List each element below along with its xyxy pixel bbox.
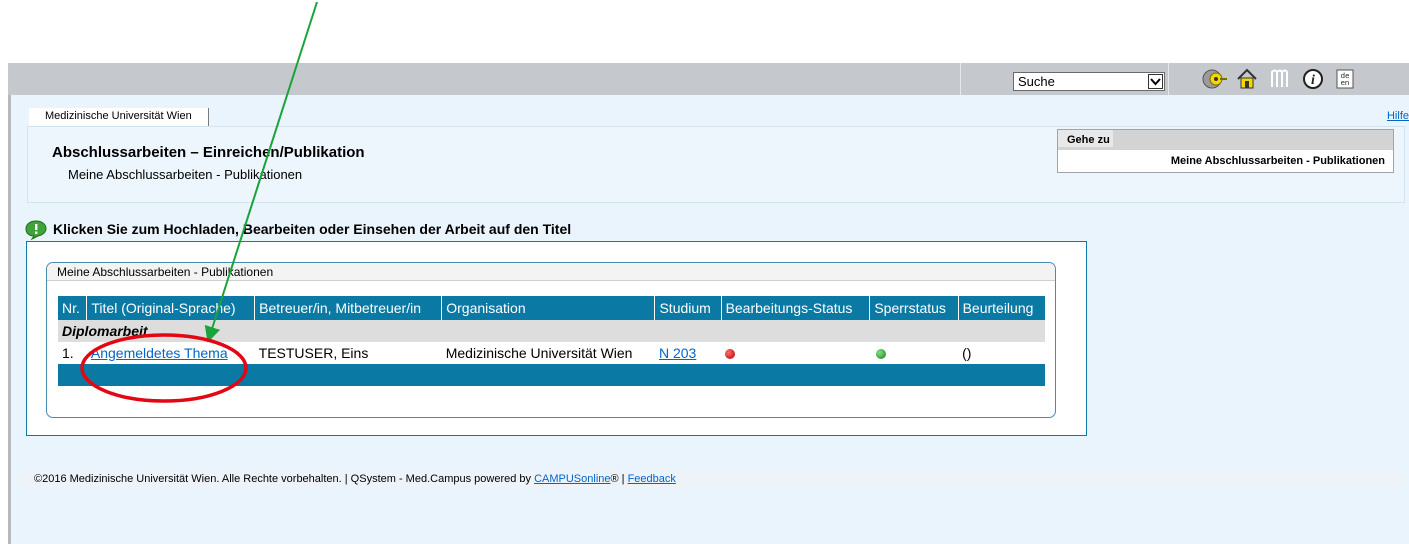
cell-organisation: Medizinische Universität Wien [441,342,655,364]
help-link[interactable]: Hilfe [1387,110,1409,122]
status-green-dot-icon [875,349,886,360]
hint-text: Klicken Sie zum Hochladen, Bearbeiten od… [53,221,572,237]
publications-panel: Meine Abschlussarbeiten - Publikationen … [46,262,1056,418]
column-header-bearbeitungs-status: Bearbeitungs-Status [721,296,871,320]
column-header-sperrstatus: Sperrstatus [869,296,959,320]
svg-text:en: en [1341,79,1350,87]
chevron-down-icon[interactable] [1148,74,1163,89]
top-toolbar: Suche i de en [8,63,1409,95]
page-title: Abschlussarbeiten – Einreichen/Publikati… [52,144,365,161]
cell-sperrstatus [869,342,959,364]
footer-reg: ® | [610,473,628,485]
thesis-title-link[interactable]: Angemeldetes Thema [91,345,228,361]
goto-item-publications[interactable]: Meine Abschlussarbeiten - Publikationen [1058,151,1393,167]
cell-bearbeitungs-status [721,342,870,364]
home-icon[interactable] [1236,68,1258,90]
footer-copyright: ©2016 Medizinische Universität Wien. All… [34,473,535,485]
feedback-link[interactable]: Feedback [628,473,676,485]
table-row: 1. Angemeldetes Thema TESTUSER, Eins Med… [58,342,1045,364]
goto-header: Gehe zu [1058,130,1393,151]
cell-betreuer: TESTUSER, Eins [254,342,442,364]
toolbar-separator [960,63,961,95]
column-header-beurteilung: Beurteilung [958,296,1045,320]
cell-titel: Angemeldetes Thema [86,342,255,364]
goto-box: Gehe zu Meine Abschlussarbeiten - Publik… [1057,129,1394,173]
panel-title: Meine Abschlussarbeiten - Publikationen [47,263,1055,281]
info-icon[interactable]: i [1302,68,1324,90]
toolbar-separator [1168,63,1169,95]
status-red-dot-icon [725,349,736,360]
column-header-organisation: Organisation [441,296,656,320]
column-header-titel: Titel (Original-Sprache) [86,296,256,320]
language-icon[interactable]: de en [1336,68,1354,90]
column-header-betreuer: Betreuer/in, Mitbetreuer/in [254,296,443,320]
column-header-studium: Studium [654,296,722,320]
publications-table: Nr. Titel (Original-Sprache) Betreuer/in… [58,296,1045,386]
results-frame: Meine Abschlussarbeiten - Publikationen … [26,241,1087,436]
page-subtitle: Meine Abschlussarbeiten - Publikationen [68,167,303,182]
table-header-row: Nr. Titel (Original-Sprache) Betreuer/in… [58,296,1045,320]
table-footer-row [58,364,1045,386]
group-label: Diplomarbeit [58,320,1045,342]
logo-icon [1269,68,1291,90]
page-footer: ©2016 Medizinische Universität Wien. All… [22,470,1402,488]
group-row: Diplomarbeit [58,320,1045,342]
institution-tab[interactable]: Medizinische Universität Wien [29,108,209,126]
cell-beurteilung: () [958,342,1045,364]
campusonline-link[interactable]: CAMPUSonline [534,473,610,485]
search-select-value: Suche [1018,74,1055,89]
column-header-nr: Nr. [58,296,88,320]
svg-text:i: i [1311,73,1315,88]
speech-bubble-icon [25,220,47,243]
goto-label: Gehe zu [1058,130,1113,147]
page-header: Abschlussarbeiten – Einreichen/Publikati… [27,126,1405,203]
cell-nr: 1. [58,342,87,364]
search-select[interactable]: Suche [1013,72,1165,91]
key-icon[interactable] [1202,68,1227,90]
cell-studium: N 203 [654,342,722,364]
main-content: Medizinische Universität Wien Hilfe Absc… [11,95,1409,544]
studium-link[interactable]: N 203 [659,345,696,361]
